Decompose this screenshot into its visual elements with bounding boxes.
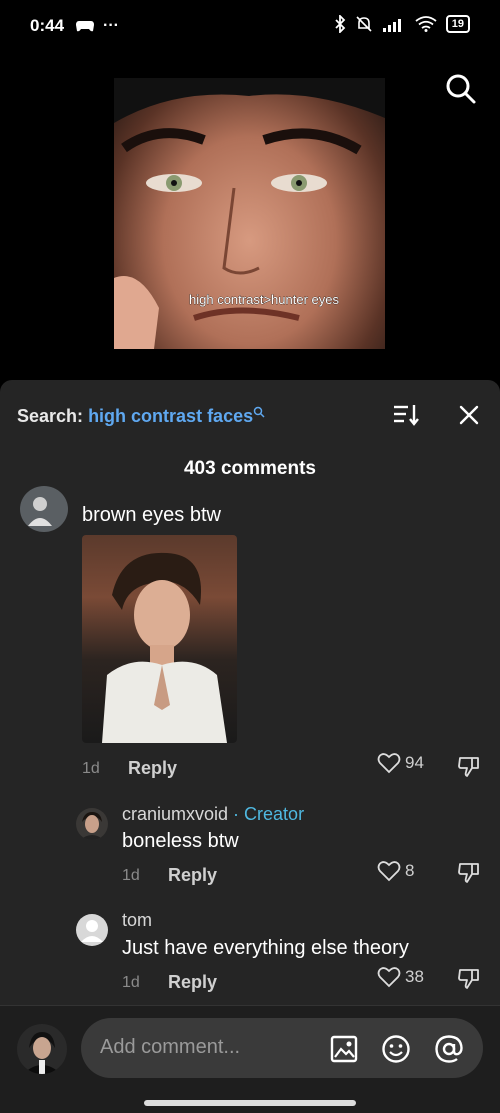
emoji-icon[interactable] [381,1034,411,1064]
reply-button[interactable]: Reply [128,758,177,779]
dislike-icon[interactable] [457,860,481,884]
status-right-icons: 19 [334,15,470,33]
username[interactable]: tom [122,910,152,931]
avatar[interactable] [76,914,108,946]
wifi-icon [415,16,437,32]
avatar[interactable] [76,808,108,840]
like-count: 38 [405,967,424,986]
more-notifications-icon: ··· [103,17,119,34]
username[interactable]: craniumxvoid [122,804,228,824]
like-button[interactable]: 38 [377,966,424,988]
bluetooth-icon [335,15,346,33]
search-query-link[interactable]: high contrast faces [88,406,253,426]
comment-text: Just have everything else theory [122,937,409,959]
video-player[interactable]: high contrast>hunter eyes [0,56,500,383]
portrait-photo [102,552,227,743]
heart-icon [377,967,401,988]
comment-text: brown eyes btw [82,504,221,526]
image-icon[interactable] [330,1035,358,1063]
battery-indicator: 19 [445,15,470,33]
avatar[interactable] [20,486,68,532]
dislike-icon[interactable] [457,754,481,778]
comment-image[interactable] [82,535,237,743]
search-prefix: Search: [17,406,84,426]
search-suggestion[interactable]: Search: high contrast faces [17,406,265,427]
comment-count: 403 comments [183,458,316,479]
mute-bell-icon [356,16,372,32]
comments-sheet: Search: high contrast faces 403 comments… [0,380,500,1112]
reply-button[interactable]: Reply [168,865,217,886]
video-thumbnail: high contrast>hunter eyes [114,78,385,349]
signal-icon [382,19,401,32]
reply-button[interactable]: Reply [168,972,217,993]
close-icon[interactable] [458,404,480,426]
my-avatar[interactable] [17,1024,67,1074]
creator-tag: · Creator [228,804,305,824]
search-icon[interactable] [444,72,478,106]
comment-input[interactable]: Add comment... [81,1018,483,1078]
small-search-icon [253,406,265,418]
like-button[interactable]: 94 [377,752,424,774]
comment-input-bar: Add comment... [0,1005,500,1113]
comment-input-placeholder: Add comment... [100,1036,241,1058]
home-indicator[interactable] [144,1100,356,1106]
video-caption: high contrast>hunter eyes [189,292,339,307]
status-left-icons: ··· [75,17,119,35]
comments-header: Search: high contrast faces [0,400,500,432]
like-count: 8 [405,861,415,880]
status-bar: 0:44 ··· 19 [0,0,500,56]
sort-icon[interactable] [392,402,420,428]
comment-time: 1d [122,974,140,991]
comment-text: boneless btw [122,830,239,852]
comment-time: 1d [82,760,100,777]
comment-username[interactable]: craniumxvoid · Creator [122,804,304,825]
like-button[interactable]: 8 [377,860,414,882]
heart-icon [377,753,401,774]
status-time: 0:44 [30,16,65,35]
comment-time: 1d [122,867,140,884]
heart-icon [377,861,401,882]
like-count: 94 [405,753,424,772]
game-controller-icon [76,21,94,32]
mention-icon[interactable] [434,1034,464,1064]
face-illustration: high contrast>hunter eyes [114,78,385,349]
dislike-icon[interactable] [457,966,481,990]
